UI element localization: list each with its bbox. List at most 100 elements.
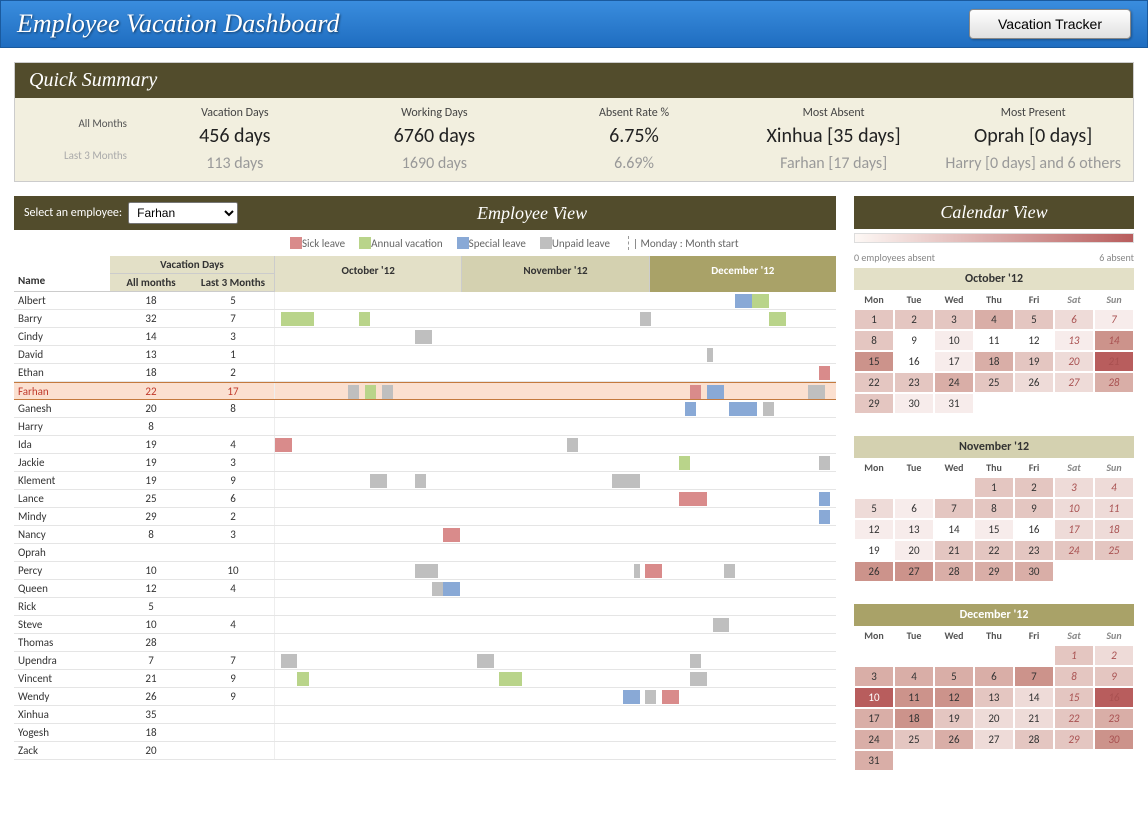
calendar-day[interactable]: 18 xyxy=(1094,519,1134,540)
calendar-day[interactable]: 9 xyxy=(894,330,934,351)
employee-row[interactable]: Ethan182 xyxy=(14,364,836,382)
calendar-day[interactable]: 7 xyxy=(934,498,974,519)
calendar-day[interactable]: 27 xyxy=(1054,372,1094,393)
calendar-day[interactable]: 4 xyxy=(1094,477,1134,498)
calendar-day[interactable]: 11 xyxy=(894,687,934,708)
employee-row[interactable]: Lance256 xyxy=(14,490,836,508)
employee-row[interactable]: Ida194 xyxy=(14,436,836,454)
employee-row[interactable]: Percy1010 xyxy=(14,562,836,580)
calendar-day[interactable]: 8 xyxy=(1054,666,1094,687)
calendar-day[interactable]: 17 xyxy=(854,708,894,729)
employee-row[interactable]: Thomas28 xyxy=(14,634,836,652)
calendar-day[interactable]: 9 xyxy=(1094,666,1134,687)
employee-row[interactable]: Yogesh18 xyxy=(14,724,836,742)
calendar-day[interactable]: 14 xyxy=(1014,687,1054,708)
calendar-day[interactable]: 14 xyxy=(934,519,974,540)
calendar-day[interactable]: 17 xyxy=(934,351,974,372)
calendar-day[interactable]: 6 xyxy=(1054,309,1094,330)
employee-row[interactable]: Nancy83 xyxy=(14,526,836,544)
employee-row[interactable]: Ganesh208 xyxy=(14,400,836,418)
calendar-day[interactable]: 23 xyxy=(1094,708,1134,729)
calendar-day[interactable]: 12 xyxy=(854,519,894,540)
calendar-day[interactable]: 15 xyxy=(1054,687,1094,708)
calendar-day[interactable]: 1 xyxy=(854,309,894,330)
calendar-day[interactable]: 2 xyxy=(1014,477,1054,498)
vacation-tracker-button[interactable]: Vacation Tracker xyxy=(969,9,1131,39)
calendar-day[interactable]: 19 xyxy=(854,540,894,561)
employee-row[interactable]: Oprah xyxy=(14,544,836,562)
calendar-day[interactable]: 31 xyxy=(854,750,894,771)
calendar-day[interactable]: 3 xyxy=(934,309,974,330)
calendar-day[interactable]: 5 xyxy=(854,498,894,519)
calendar-day[interactable]: 2 xyxy=(894,309,934,330)
calendar-day[interactable]: 9 xyxy=(1014,498,1054,519)
calendar-day[interactable]: 15 xyxy=(854,351,894,372)
calendar-day[interactable]: 7 xyxy=(1094,309,1134,330)
calendar-day[interactable]: 1 xyxy=(1054,645,1094,666)
calendar-day[interactable]: 26 xyxy=(934,729,974,750)
calendar-day[interactable]: 16 xyxy=(1094,687,1134,708)
calendar-day[interactable]: 26 xyxy=(854,561,894,582)
employee-row[interactable]: Jackie193 xyxy=(14,454,836,472)
calendar-day[interactable]: 31 xyxy=(934,393,974,414)
employee-row[interactable]: Xinhua35 xyxy=(14,706,836,724)
calendar-day[interactable]: 14 xyxy=(1094,330,1134,351)
calendar-day[interactable]: 22 xyxy=(974,540,1014,561)
calendar-day[interactable]: 25 xyxy=(974,372,1014,393)
calendar-day[interactable]: 27 xyxy=(894,561,934,582)
calendar-day[interactable]: 24 xyxy=(934,372,974,393)
calendar-day[interactable]: 7 xyxy=(1014,666,1054,687)
calendar-day[interactable]: 23 xyxy=(1014,540,1054,561)
calendar-day[interactable]: 29 xyxy=(854,393,894,414)
calendar-day[interactable]: 18 xyxy=(894,708,934,729)
calendar-day[interactable]: 6 xyxy=(974,666,1014,687)
employee-row[interactable]: Steve104 xyxy=(14,616,836,634)
calendar-day[interactable]: 30 xyxy=(894,393,934,414)
calendar-day[interactable]: 15 xyxy=(974,519,1014,540)
calendar-day[interactable]: 22 xyxy=(1054,708,1094,729)
calendar-day[interactable]: 25 xyxy=(894,729,934,750)
calendar-day[interactable]: 28 xyxy=(1014,729,1054,750)
calendar-day[interactable]: 17 xyxy=(1054,519,1094,540)
calendar-day[interactable]: 24 xyxy=(1054,540,1094,561)
employee-row[interactable]: Zack20 xyxy=(14,742,836,760)
calendar-day[interactable]: 11 xyxy=(974,330,1014,351)
calendar-day[interactable]: 19 xyxy=(934,708,974,729)
calendar-day[interactable]: 8 xyxy=(974,498,1014,519)
calendar-day[interactable]: 16 xyxy=(894,351,934,372)
calendar-day[interactable]: 4 xyxy=(974,309,1014,330)
employee-row[interactable]: Klement199 xyxy=(14,472,836,490)
calendar-day[interactable]: 13 xyxy=(974,687,1014,708)
employee-row[interactable]: Queen124 xyxy=(14,580,836,598)
calendar-day[interactable]: 30 xyxy=(1014,561,1054,582)
employee-row[interactable]: Farhan2217 xyxy=(14,382,836,400)
calendar-day[interactable]: 25 xyxy=(1094,540,1134,561)
calendar-day[interactable]: 21 xyxy=(1094,351,1134,372)
calendar-day[interactable]: 24 xyxy=(854,729,894,750)
calendar-day[interactable]: 20 xyxy=(974,708,1014,729)
calendar-day[interactable]: 21 xyxy=(934,540,974,561)
employee-row[interactable]: Rick5 xyxy=(14,598,836,616)
calendar-day[interactable]: 23 xyxy=(894,372,934,393)
employee-row[interactable]: Upendra77 xyxy=(14,652,836,670)
calendar-day[interactable]: 2 xyxy=(1094,645,1134,666)
calendar-day[interactable]: 27 xyxy=(974,729,1014,750)
calendar-day[interactable]: 12 xyxy=(934,687,974,708)
employee-row[interactable]: Barry327 xyxy=(14,310,836,328)
calendar-day[interactable]: 5 xyxy=(1014,309,1054,330)
employee-row[interactable]: Vincent219 xyxy=(14,670,836,688)
calendar-day[interactable]: 26 xyxy=(1014,372,1054,393)
calendar-day[interactable]: 29 xyxy=(974,561,1014,582)
calendar-day[interactable]: 5 xyxy=(934,666,974,687)
employee-row[interactable]: Cindy143 xyxy=(14,328,836,346)
calendar-day[interactable]: 8 xyxy=(854,330,894,351)
calendar-day[interactable]: 16 xyxy=(1014,519,1054,540)
employee-row[interactable]: Harry8 xyxy=(14,418,836,436)
calendar-day[interactable]: 10 xyxy=(1054,498,1094,519)
employee-row[interactable]: David131 xyxy=(14,346,836,364)
calendar-day[interactable]: 10 xyxy=(934,330,974,351)
calendar-day[interactable]: 29 xyxy=(1054,729,1094,750)
employee-row[interactable]: Wendy269 xyxy=(14,688,836,706)
employee-row[interactable]: Mindy292 xyxy=(14,508,836,526)
calendar-day[interactable]: 21 xyxy=(1014,708,1054,729)
